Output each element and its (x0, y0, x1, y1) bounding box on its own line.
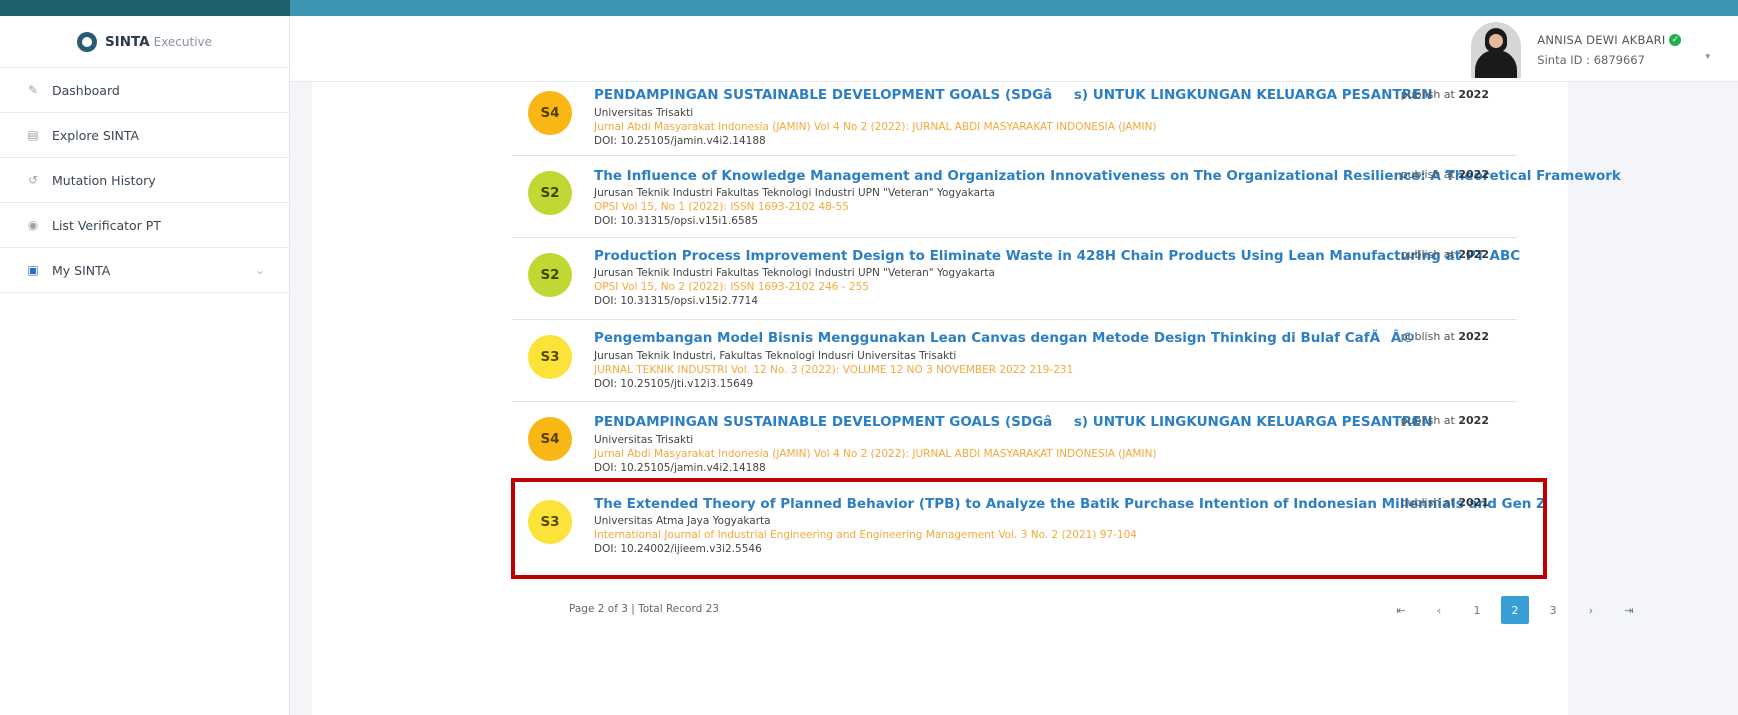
publication-title[interactable]: PENDAMPINGAN SUSTAINABLE DEVELOPMENT GOA… (594, 414, 1433, 431)
first-page-button[interactable]: ⇤ (1387, 596, 1415, 624)
last-page-button[interactable]: ⇥ (1615, 596, 1643, 624)
publication-list: S4 PENDAMPINGAN SUSTAINABLE DEVELOPMENT … (512, 74, 1621, 574)
publish-year: publish at 2022 (1400, 88, 1489, 101)
publication-doi: DOI: 10.31315/opsi.v15i1.6585 (594, 215, 759, 227)
page-1-button[interactable]: 1 (1463, 596, 1491, 624)
sidebar-item-label: List Verificator PT (52, 217, 161, 233)
sinta-id: Sinta ID : 6879667 (1537, 53, 1645, 67)
publication-title[interactable]: Production Process Improvement Design to… (594, 248, 1520, 264)
publication-affiliation: Universitas Trisakti (594, 107, 694, 119)
chevron-down-icon[interactable]: ⌄ (255, 263, 265, 277)
publication-doi: DOI: 10.25105/jti.v12i3.15649 (594, 378, 754, 390)
document-icon: ▤ (27, 128, 39, 142)
rank-badge: S3 (528, 500, 572, 544)
user-name: ANNISA DEWI AKBARI ✓ (1537, 33, 1682, 47)
publication-title[interactable]: The Extended Theory of Planned Behavior … (594, 496, 1546, 512)
sidebar-item-label: Dashboard (52, 82, 120, 98)
publication-venue[interactable]: OPSI Vol 15, No 2 (2022): ISSN 1693-2102… (594, 281, 1377, 293)
rank-badge: S4 (528, 417, 572, 461)
publication-title[interactable]: PENDAMPINGAN SUSTAINABLE DEVELOPMENT GOA… (594, 87, 1433, 104)
sidebar-item-mutation-history[interactable]: ↺ Mutation History (0, 158, 289, 203)
publication-doi: DOI: 10.24002/ijieem.v3i2.5546 (594, 543, 762, 555)
publication-doi: DOI: 10.31315/opsi.v15i2.7714 (594, 295, 759, 307)
brand[interactable]: SINTA Executive (0, 16, 289, 68)
brand-suffix: Executive (153, 34, 213, 49)
publish-year: publish at 2022 (1400, 330, 1489, 343)
publication-doi: DOI: 10.25105/jamin.v4i2.14188 (594, 462, 766, 474)
list-item: S2 Production Process Improvement Design… (512, 238, 1520, 320)
publish-year: publish at 2022 (1400, 168, 1489, 181)
publication-affiliation: Jurusan Teknik Industri, Fakultas Teknol… (594, 350, 957, 362)
page-3-button[interactable]: 3 (1539, 596, 1567, 624)
avatar[interactable] (1471, 22, 1522, 78)
sidebar-item-my-sinta[interactable]: ▣ My SINTA ⌄ (0, 248, 289, 293)
user-menu[interactable]: ANNISA DEWI AKBARI ✓ Sinta ID : 6879667 … (1471, 22, 1710, 78)
prev-page-button[interactable]: ‹ (1425, 596, 1453, 624)
publication-venue[interactable]: Jurnal Abdi Masyarakat Indonesia (JAMIN)… (594, 121, 1377, 133)
top-accent-bar-left (0, 0, 290, 16)
publication-title[interactable]: The Influence of Knowledge Management an… (594, 168, 1621, 184)
sidebar-item-dashboard[interactable]: ✎ Dashboard (0, 68, 289, 113)
sidebar-item-label: Mutation History (52, 172, 156, 188)
list-item: S3 The Extended Theory of Planned Behavi… (512, 482, 1546, 574)
rank-badge: S2 (528, 171, 572, 215)
publication-doi: DOI: 10.25105/jamin.v4i2.14188 (594, 135, 766, 147)
list-item: S3 Pengembangan Model Bisnis Menggunakan… (512, 320, 1517, 402)
publish-year: publish at 2021 (1400, 496, 1489, 509)
publication-venue[interactable]: International Journal of Industrial Engi… (594, 529, 1377, 541)
publication-venue[interactable]: JURNAL TEKNIK INDUSTRI Vol. 12 No. 3 (20… (594, 364, 1377, 376)
pagination: ⇤ ‹ 1 2 3 › ⇥ (1387, 596, 1653, 624)
sidebar-item-label: Explore SINTA (52, 127, 140, 143)
publication-affiliation: Jurusan Teknik Industri Fakultas Teknolo… (594, 267, 995, 279)
pencil-icon: ✎ (27, 83, 39, 97)
list-item: S2 The Influence of Knowledge Management… (512, 156, 1621, 238)
sidebar-item-explore-sinta[interactable]: ▤ Explore SINTA (0, 113, 289, 158)
rank-badge: S3 (528, 335, 572, 379)
top-accent-bar-right (290, 0, 1738, 16)
user-circle-icon: ◉ (27, 218, 39, 232)
id-card-icon: ▣ (27, 263, 39, 277)
publication-title[interactable]: Pengembangan Model Bisnis Menggunakan Le… (594, 330, 1415, 347)
list-item: S4 PENDAMPINGAN SUSTAINABLE DEVELOPMENT … (512, 402, 1517, 482)
history-icon: ↺ (27, 173, 39, 187)
publication-venue[interactable]: OPSI Vol 15, No 1 (2022): ISSN 1693-2102… (594, 201, 1377, 213)
page-2-button[interactable]: 2 (1501, 596, 1529, 624)
publication-affiliation: Jurusan Teknik Industri Fakultas Teknolo… (594, 187, 995, 199)
rank-badge: S2 (528, 253, 572, 297)
sidebar-item-label: My SINTA (52, 262, 111, 278)
sidebar-item-list-verificator-pt[interactable]: ◉ List Verificator PT (0, 203, 289, 248)
sidebar: SINTA Executive ✎ Dashboard ▤ Explore SI… (0, 16, 290, 715)
page-info: Page 2 of 3 | Total Record 23 (569, 603, 719, 615)
header: ANNISA DEWI AKBARI ✓ Sinta ID : 6879667 … (290, 16, 1738, 82)
list-item: S4 PENDAMPINGAN SUSTAINABLE DEVELOPMENT … (512, 74, 1517, 156)
publication-affiliation: Universitas Trisakti (594, 434, 694, 446)
verified-check-icon: ✓ (1669, 34, 1682, 46)
publish-year: publish at 2022 (1400, 414, 1489, 427)
rank-badge: S4 (528, 91, 572, 135)
publication-affiliation: Universitas Atma Jaya Yogyakarta (594, 515, 771, 527)
publish-year: publish at 2022 (1400, 248, 1489, 261)
chevron-down-icon[interactable]: ▾ (1705, 52, 1710, 62)
publication-venue[interactable]: Jurnal Abdi Masyarakat Indonesia (JAMIN)… (594, 448, 1377, 460)
brand-name: SINTA (104, 33, 150, 50)
sinta-logo-icon (76, 31, 97, 52)
next-page-button[interactable]: › (1577, 596, 1605, 624)
